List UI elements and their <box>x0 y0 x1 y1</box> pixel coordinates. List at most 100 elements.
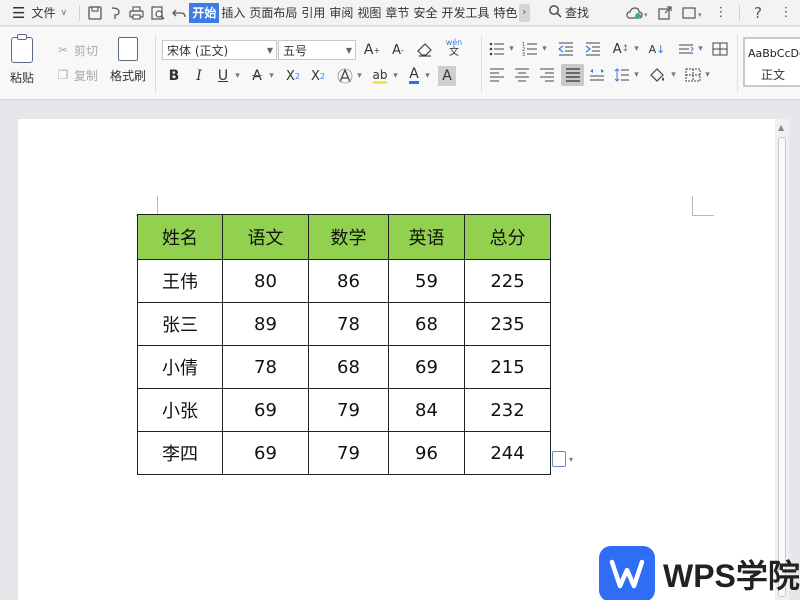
phonetic-guide-icon[interactable]: wén 文 <box>443 38 465 58</box>
chevron-down-icon[interactable]: ▾ <box>423 66 432 86</box>
show-hide-marks-icon[interactable] <box>711 39 729 59</box>
increase-indent-icon[interactable] <box>584 39 602 59</box>
numbered-list-icon[interactable]: 123 <box>521 39 539 59</box>
table-cell[interactable]: 王伟 <box>137 259 223 303</box>
share-icon[interactable] <box>651 2 679 24</box>
chevron-down-icon[interactable]: ▾ <box>632 65 641 85</box>
highlight-icon[interactable]: ab <box>370 66 390 86</box>
chevron-down-icon[interactable]: ▾ <box>391 66 400 86</box>
scrollbar-thumb[interactable] <box>778 137 786 597</box>
italic-icon[interactable]: I <box>191 66 207 86</box>
table-cell[interactable]: 232 <box>464 388 551 432</box>
borders-icon[interactable] <box>684 65 702 85</box>
sort-icon[interactable]: A ↓ <box>648 39 666 59</box>
distributed-align-icon[interactable] <box>588 65 606 85</box>
table-cell[interactable]: 69 <box>388 345 465 389</box>
header-cell[interactable]: 语文 <box>222 214 309 260</box>
font-size-select[interactable]: 五号 ▼ <box>278 40 356 60</box>
clear-format-icon[interactable] <box>415 40 435 60</box>
header-cell[interactable]: 数学 <box>308 214 389 260</box>
align-right-icon[interactable] <box>538 65 556 85</box>
justify-icon[interactable] <box>561 64 584 86</box>
table-cell[interactable]: 225 <box>464 259 551 303</box>
table-cell[interactable]: 小张 <box>137 388 223 432</box>
chevron-down-icon[interactable]: ▾ <box>632 39 641 59</box>
chevron-down-icon[interactable]: ▾ <box>696 39 705 59</box>
align-center-icon[interactable] <box>513 65 531 85</box>
chevron-down-icon[interactable]: ▾ <box>669 65 678 85</box>
scroll-up-icon[interactable]: ▲ <box>778 123 784 132</box>
font-name-select[interactable]: 宋体 (正文) ▼ <box>162 40 277 60</box>
table-cell[interactable]: 59 <box>388 259 465 303</box>
file-menu[interactable]: ☰ 文件 ∨ <box>0 0 75 25</box>
copy-button[interactable]: ❐ 复制 <box>56 65 98 85</box>
tab-home[interactable]: 开始 <box>189 2 220 23</box>
grades-table[interactable]: 姓名 语文 数学 英语 总分 王伟 80 86 59 225 张三 89 78 … <box>137 214 551 475</box>
superscript-icon[interactable]: X2 <box>283 66 303 86</box>
print-preview-icon[interactable] <box>147 2 168 24</box>
shrink-font-icon[interactable]: A- <box>389 40 407 60</box>
cloud-sync-icon[interactable]: ▾ <box>623 2 651 24</box>
subscript-icon[interactable]: X2 <box>308 66 328 86</box>
table-cell[interactable]: 78 <box>222 345 309 389</box>
tab-chapter[interactable]: 章节 <box>383 3 411 23</box>
chevron-down-icon[interactable]: ▾ <box>703 65 712 85</box>
bullet-list-icon[interactable] <box>488 39 506 59</box>
table-cell[interactable]: 84 <box>388 388 465 432</box>
table-cell[interactable]: 96 <box>388 431 465 475</box>
more-options-icon[interactable]: ⋮ <box>707 2 735 24</box>
style-normal[interactable]: AaBbCcDd 正文 <box>743 37 800 87</box>
save-icon[interactable] <box>84 2 105 24</box>
format-painter-button[interactable]: 格式刷 <box>110 37 146 84</box>
text-effect-icon[interactable] <box>336 66 354 86</box>
format-brush-icon[interactable] <box>105 2 126 24</box>
bold-icon[interactable]: B <box>166 66 182 86</box>
table-cell[interactable]: 235 <box>464 302 551 346</box>
header-cell[interactable]: 英语 <box>388 214 465 260</box>
tab-page-layout[interactable]: 页面布局 <box>247 3 299 23</box>
header-cell[interactable]: 总分 <box>464 214 551 260</box>
table-cell[interactable]: 69 <box>222 388 309 432</box>
table-cell[interactable]: 68 <box>388 302 465 346</box>
table-cell[interactable]: 80 <box>222 259 309 303</box>
grow-font-icon[interactable]: A + <box>363 40 381 60</box>
font-color-icon[interactable]: A <box>406 66 422 86</box>
tab-references[interactable]: 引用 <box>299 3 327 23</box>
chevron-down-icon[interactable]: ▾ <box>355 66 364 86</box>
tab-insert[interactable]: 插入 <box>219 3 247 23</box>
table-cell[interactable]: 86 <box>308 259 389 303</box>
character-shading-icon[interactable]: A <box>438 66 456 86</box>
print-icon[interactable] <box>126 2 147 24</box>
chevron-down-icon[interactable]: ▾ <box>507 39 516 59</box>
line-spacing-icon[interactable] <box>613 65 631 85</box>
header-cell[interactable]: 姓名 <box>137 214 223 260</box>
undo-icon[interactable] <box>168 2 189 24</box>
shading-icon[interactable] <box>648 65 668 85</box>
more-tabs-chevron-icon[interactable]: › <box>518 3 531 22</box>
table-cell[interactable]: 68 <box>308 345 389 389</box>
table-cell[interactable]: 69 <box>222 431 309 475</box>
chevron-down-icon[interactable]: ▾ <box>267 66 276 86</box>
tab-security[interactable]: 安全 <box>411 3 439 23</box>
underline-icon[interactable]: U <box>215 66 231 86</box>
table-cell[interactable]: 79 <box>308 431 389 475</box>
help-icon[interactable]: ? <box>744 2 772 24</box>
line-break-options-icon[interactable] <box>677 39 695 59</box>
tab-features[interactable]: 特色 <box>491 3 516 23</box>
tab-view[interactable]: 视图 <box>355 3 383 23</box>
collapse-ribbon-icon[interactable]: ▾ <box>679 2 707 24</box>
tab-developer[interactable]: 开发工具 <box>439 3 491 23</box>
paste-button[interactable]: 粘贴 <box>10 34 34 86</box>
paste-options-button[interactable]: ▾ <box>552 451 573 467</box>
search-button[interactable]: 查找 <box>548 4 589 22</box>
chevron-down-icon[interactable]: ▾ <box>233 66 242 86</box>
align-left-icon[interactable] <box>488 65 506 85</box>
table-cell[interactable]: 78 <box>308 302 389 346</box>
table-cell[interactable]: 244 <box>464 431 551 475</box>
more-options-icon[interactable]: ⋮ <box>772 2 800 24</box>
cut-button[interactable]: ✂ 剪切 <box>56 40 98 60</box>
table-cell[interactable]: 89 <box>222 302 309 346</box>
decrease-indent-icon[interactable] <box>557 39 575 59</box>
table-cell[interactable]: 215 <box>464 345 551 389</box>
table-cell[interactable]: 小倩 <box>137 345 223 389</box>
